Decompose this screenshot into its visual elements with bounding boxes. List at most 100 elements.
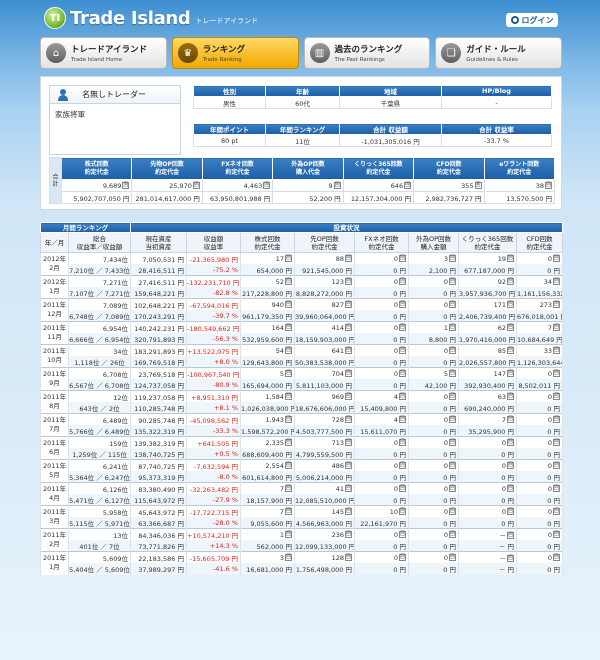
detail-link-icon[interactable]: 回 — [285, 439, 292, 446]
detail-link-icon[interactable]: 回 — [399, 324, 406, 331]
detail-link-icon[interactable]: 回 — [449, 393, 456, 400]
detail-link-icon[interactable]: 回 — [285, 301, 292, 308]
detail-link-icon[interactable]: 回 — [285, 462, 292, 469]
login-button[interactable]: ログイン — [506, 13, 558, 27]
detail-link-icon[interactable]: 回 — [507, 416, 514, 423]
detail-link-icon[interactable]: 回 — [399, 485, 406, 492]
detail-link-icon[interactable]: 回 — [553, 439, 560, 446]
detail-link-icon[interactable]: 回 — [345, 485, 352, 492]
detail-link-icon[interactable]: 回 — [285, 324, 292, 331]
detail-link-icon[interactable]: 回 — [345, 301, 352, 308]
detail-link-icon[interactable]: 回 — [399, 278, 406, 285]
detail-link-icon[interactable]: 回 — [345, 255, 352, 262]
detail-link-icon[interactable]: 回 — [399, 416, 406, 423]
detail-link-icon[interactable]: 回 — [553, 393, 560, 400]
detail-link-icon[interactable]: 回 — [553, 531, 560, 538]
detail-link-icon[interactable]: 回 — [399, 439, 406, 446]
detail-link-icon[interactable]: 回 — [122, 182, 130, 189]
detail-link-icon[interactable]: 回 — [285, 278, 292, 285]
detail-link-icon[interactable]: 回 — [449, 416, 456, 423]
detail-link-icon[interactable]: 回 — [285, 508, 292, 515]
detail-link-icon[interactable]: 回 — [285, 393, 292, 400]
detail-link-icon[interactable]: 回 — [507, 255, 514, 262]
ranking-cell[interactable]: 159位 — [68, 436, 131, 448]
detail-link-icon[interactable]: 回 — [474, 182, 482, 189]
detail-link-icon[interactable]: 回 — [345, 416, 352, 423]
detail-link-icon[interactable]: 回 — [333, 182, 341, 189]
detail-link-icon[interactable]: 回 — [449, 278, 456, 285]
ranking-cell[interactable]: 6,126位 — [68, 482, 131, 494]
detail-link-icon[interactable]: 回 — [507, 324, 514, 331]
ranking-cell[interactable]: 7,271位 — [68, 275, 131, 287]
detail-link-icon[interactable]: 回 — [399, 347, 406, 354]
detail-link-icon[interactable]: 回 — [345, 347, 352, 354]
nav-past-rankings[interactable]: ▥ 過去のランキング The Past Rankings — [303, 37, 431, 69]
detail-link-icon[interactable]: 回 — [449, 324, 456, 331]
detail-link-icon[interactable]: 回 — [507, 439, 514, 446]
detail-link-icon[interactable]: 回 — [507, 462, 514, 469]
detail-link-icon[interactable]: 回 — [399, 370, 406, 377]
detail-link-icon[interactable]: 回 — [345, 393, 352, 400]
detail-link-icon[interactable]: 回 — [507, 555, 514, 562]
detail-link-icon[interactable]: 回 — [553, 416, 560, 423]
detail-link-icon[interactable]: 回 — [553, 278, 560, 285]
ranking-cell[interactable]: 5,958位 — [68, 505, 131, 517]
nav-home[interactable]: ⌂ トレードアイランド Trade Island Home — [40, 37, 167, 69]
detail-link-icon[interactable]: 回 — [263, 182, 271, 189]
ranking-cell[interactable]: 12位 — [68, 390, 131, 402]
nav-guidelines[interactable]: ❑ ガイド・ルール Guidelines & Rules — [435, 37, 562, 69]
detail-link-icon[interactable]: 回 — [449, 439, 456, 446]
detail-link-icon[interactable]: 回 — [449, 370, 456, 377]
detail-link-icon[interactable]: 回 — [399, 301, 406, 308]
detail-link-icon[interactable]: 回 — [345, 278, 352, 285]
detail-link-icon[interactable]: 回 — [553, 301, 560, 308]
detail-link-icon[interactable]: 回 — [449, 508, 456, 515]
detail-link-icon[interactable]: 回 — [553, 508, 560, 515]
detail-link-icon[interactable]: 回 — [553, 554, 560, 561]
detail-link-icon[interactable]: 回 — [404, 182, 412, 189]
detail-link-icon[interactable]: 回 — [399, 255, 406, 262]
nav-ranking[interactable]: ♛ ランキング Trade Ranking — [171, 37, 299, 69]
detail-link-icon[interactable]: 回 — [553, 370, 560, 377]
detail-link-icon[interactable]: 回 — [449, 347, 456, 354]
detail-link-icon[interactable]: 回 — [507, 370, 514, 377]
ranking-cell[interactable]: 6,489位 — [68, 413, 131, 425]
detail-link-icon[interactable]: 回 — [507, 508, 514, 515]
detail-link-icon[interactable]: 回 — [345, 462, 352, 469]
detail-link-icon[interactable]: 回 — [553, 255, 560, 262]
detail-link-icon[interactable]: 回 — [545, 182, 552, 189]
detail-link-icon[interactable]: 回 — [553, 324, 560, 331]
ranking-cell[interactable]: 34位 — [68, 344, 131, 356]
detail-link-icon[interactable]: 回 — [399, 393, 406, 400]
ranking-cell[interactable]: 7,434位 — [68, 252, 131, 264]
detail-link-icon[interactable]: 回 — [285, 531, 292, 538]
detail-link-icon[interactable]: 回 — [285, 554, 292, 561]
detail-link-icon[interactable]: 回 — [449, 554, 456, 561]
detail-link-icon[interactable]: 回 — [553, 485, 560, 492]
detail-link-icon[interactable]: 回 — [553, 462, 560, 469]
detail-link-icon[interactable]: 回 — [285, 485, 292, 492]
detail-link-icon[interactable]: 回 — [285, 416, 292, 423]
detail-link-icon[interactable]: 回 — [449, 301, 456, 308]
detail-link-icon[interactable]: 回 — [449, 462, 456, 469]
detail-link-icon[interactable]: 回 — [399, 554, 406, 561]
detail-link-icon[interactable]: 回 — [553, 347, 560, 354]
detail-link-icon[interactable]: 回 — [285, 347, 292, 354]
detail-link-icon[interactable]: 回 — [399, 531, 406, 538]
detail-link-icon[interactable]: 回 — [345, 439, 352, 446]
detail-link-icon[interactable]: 回 — [345, 554, 352, 561]
detail-link-icon[interactable]: 回 — [345, 508, 352, 515]
detail-link-icon[interactable]: 回 — [285, 255, 292, 262]
ranking-cell[interactable]: 6,241位 — [68, 459, 131, 471]
detail-link-icon[interactable]: 回 — [507, 393, 514, 400]
detail-link-icon[interactable]: 回 — [507, 485, 514, 492]
detail-link-icon[interactable]: 回 — [507, 532, 514, 539]
detail-link-icon[interactable]: 回 — [507, 347, 514, 354]
detail-link-icon[interactable]: 回 — [449, 485, 456, 492]
detail-link-icon[interactable]: 回 — [449, 255, 456, 262]
ranking-cell[interactable]: 7,089位 — [68, 298, 131, 310]
ranking-cell[interactable]: 6,708位 — [68, 367, 131, 379]
ranking-cell[interactable]: 5,609位 — [68, 551, 131, 563]
detail-link-icon[interactable]: 回 — [192, 182, 200, 189]
detail-link-icon[interactable]: 回 — [345, 370, 352, 377]
